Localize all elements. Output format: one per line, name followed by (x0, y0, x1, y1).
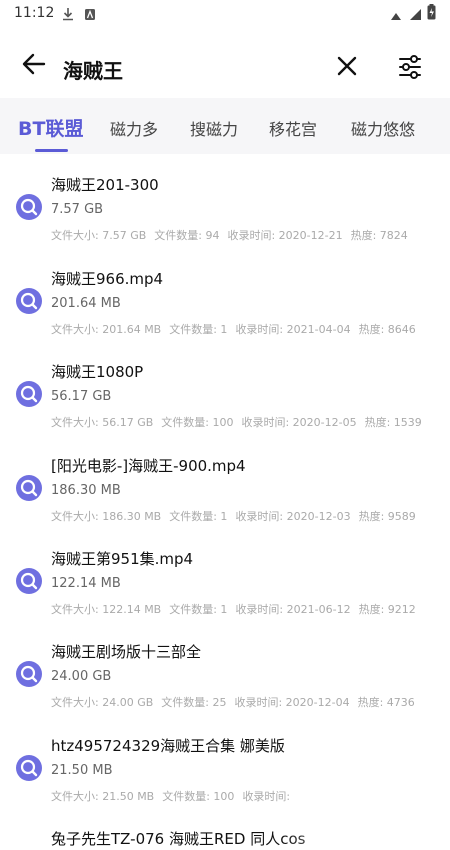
signal-icon (389, 6, 403, 25)
list-item[interactable]: 海贼王201-300 7.57 GB 文件大小: 7.57 GB 文件数量: 94… (0, 154, 450, 246)
tab-cili-duo[interactable]: 磁力多 (110, 116, 158, 140)
meta-heat: 热度: 7824 (350, 229, 408, 242)
fade-overlay (280, 808, 450, 850)
meta-date: 收录时间: 2020-12-05 (241, 416, 357, 429)
magnet-search-icon (16, 381, 42, 407)
list-item[interactable]: 兔子先生TZ-076 海贼王RED 同人cos (0, 808, 450, 850)
meta-count: 文件数量: 94 (154, 229, 220, 242)
meta-heat: 热度: 9589 (358, 510, 416, 523)
status-bar: 11:12 (0, 0, 450, 28)
result-title: 海贼王第951集.mp4 (51, 550, 194, 568)
result-size: 186.30 MB (51, 483, 121, 498)
source-tabs: BT联盟 磁力多 搜磁力 移花宫 磁力悠悠 (0, 98, 450, 154)
list-item[interactable]: 海贼王966.mp4 201.64 MB 文件大小: 201.64 MB 文件数量… (0, 248, 450, 340)
meta-filesize: 文件大小: 201.64 MB (51, 323, 162, 336)
list-item[interactable]: 海贼王第951集.mp4 122.14 MB 文件大小: 122.14 MB 文件… (0, 528, 450, 620)
tab-cili-youyou[interactable]: 磁力悠悠 (351, 116, 415, 140)
meta-date: 收录时间: 2020-12-21 (227, 229, 343, 242)
meta-filesize: 文件大小: 122.14 MB (51, 603, 162, 616)
close-icon[interactable] (336, 55, 358, 81)
result-meta: 文件大小: 21.50 MB 文件数量: 100 收录时间: (51, 788, 306, 804)
result-size: 56.17 GB (51, 389, 112, 404)
app-notification-icon (84, 6, 96, 25)
list-item[interactable]: 海贼王剧场版十三部全 24.00 GB 文件大小: 24.00 GB 文件数量: … (0, 621, 450, 713)
list-item[interactable]: [阳光电影-]海贼王-900.mp4 186.30 MB 文件大小: 186.3… (0, 435, 450, 527)
result-size: 7.57 GB (51, 202, 104, 217)
result-meta: 文件大小: 7.57 GB 文件数量: 94 收录时间: 2020-12-21 热度:… (51, 227, 416, 243)
tab-sou-cili[interactable]: 搜磁力 (190, 116, 238, 140)
meta-date: 收录时间: 2021-04-04 (235, 323, 351, 336)
meta-count: 文件数量: 25 (161, 696, 227, 709)
tab-bt-lianmeng[interactable]: BT联盟 (18, 114, 83, 141)
meta-date: 收录时间: (242, 790, 291, 803)
meta-filesize: 文件大小: 21.50 MB (51, 790, 155, 803)
result-meta: 文件大小: 56.17 GB 文件数量: 100 收录时间: 2020-12-05 热… (51, 414, 430, 430)
search-header: 海贼王 (0, 28, 450, 98)
result-title: htz495724329海贼王合集 娜美版 (51, 737, 285, 755)
list-item[interactable]: 海贼王1080P 56.17 GB 文件大小: 56.17 GB 文件数量: 10… (0, 341, 450, 433)
meta-filesize: 文件大小: 7.57 GB (51, 229, 147, 242)
meta-count: 文件数量: 1 (169, 603, 228, 616)
result-size: 21.50 MB (51, 763, 113, 778)
meta-count: 文件数量: 100 (161, 416, 234, 429)
result-size: 122.14 MB (51, 576, 121, 591)
result-title: 海贼王1080P (51, 363, 144, 381)
magnet-search-icon (16, 568, 42, 594)
magnet-search-icon (16, 755, 42, 781)
meta-heat: 热度: 8646 (358, 323, 416, 336)
filter-settings-icon[interactable] (398, 54, 422, 84)
download-icon (62, 6, 74, 25)
search-query-text[interactable]: 海贼王 (63, 55, 123, 84)
list-item[interactable]: htz495724329海贼王合集 娜美版 21.50 MB 文件大小: 21.… (0, 715, 450, 807)
back-arrow-icon[interactable] (22, 53, 46, 79)
result-meta: 文件大小: 122.14 MB 文件数量: 1 收录时间: 2021-06-12 热度… (51, 601, 424, 617)
active-tab-indicator (35, 149, 68, 152)
meta-filesize: 文件大小: 24.00 GB (51, 696, 154, 709)
meta-count: 文件数量: 1 (169, 510, 228, 523)
battery-icon (427, 4, 436, 24)
result-meta: 文件大小: 186.30 MB 文件数量: 1 收录时间: 2020-12-03 热度… (51, 508, 424, 524)
tab-yihuagong[interactable]: 移花宫 (269, 116, 317, 140)
magnet-search-icon (16, 288, 42, 314)
result-title: [阳光电影-]海贼王-900.mp4 (51, 457, 246, 475)
meta-count: 文件数量: 100 (162, 790, 235, 803)
result-meta: 文件大小: 24.00 GB 文件数量: 25 收录时间: 2020-12-04 热度… (51, 694, 423, 710)
result-meta: 文件大小: 201.64 MB 文件数量: 1 收录时间: 2021-04-04 热度… (51, 321, 424, 337)
result-size: 201.64 MB (51, 296, 121, 311)
wifi-icon (408, 6, 422, 25)
status-time: 11:12 (14, 5, 55, 21)
magnet-search-icon (16, 475, 42, 501)
result-size: 24.00 GB (51, 669, 112, 684)
meta-filesize: 文件大小: 186.30 MB (51, 510, 162, 523)
meta-heat: 热度: 4736 (357, 696, 415, 709)
result-title: 海贼王剧场版十三部全 (51, 643, 202, 661)
meta-count: 文件数量: 1 (169, 323, 228, 336)
magnet-search-icon (16, 661, 42, 687)
result-title: 海贼王201-300 (51, 176, 159, 194)
magnet-search-icon (16, 194, 42, 220)
meta-date: 收录时间: 2020-12-04 (234, 696, 350, 709)
meta-heat: 热度: 1539 (364, 416, 422, 429)
result-title: 海贼王966.mp4 (51, 270, 164, 288)
meta-date: 收录时间: 2020-12-03 (235, 510, 351, 523)
meta-filesize: 文件大小: 56.17 GB (51, 416, 154, 429)
meta-date: 收录时间: 2021-06-12 (235, 603, 351, 616)
result-title: 兔子先生TZ-076 海贼王RED 同人cos (51, 830, 306, 848)
meta-heat: 热度: 9212 (358, 603, 416, 616)
